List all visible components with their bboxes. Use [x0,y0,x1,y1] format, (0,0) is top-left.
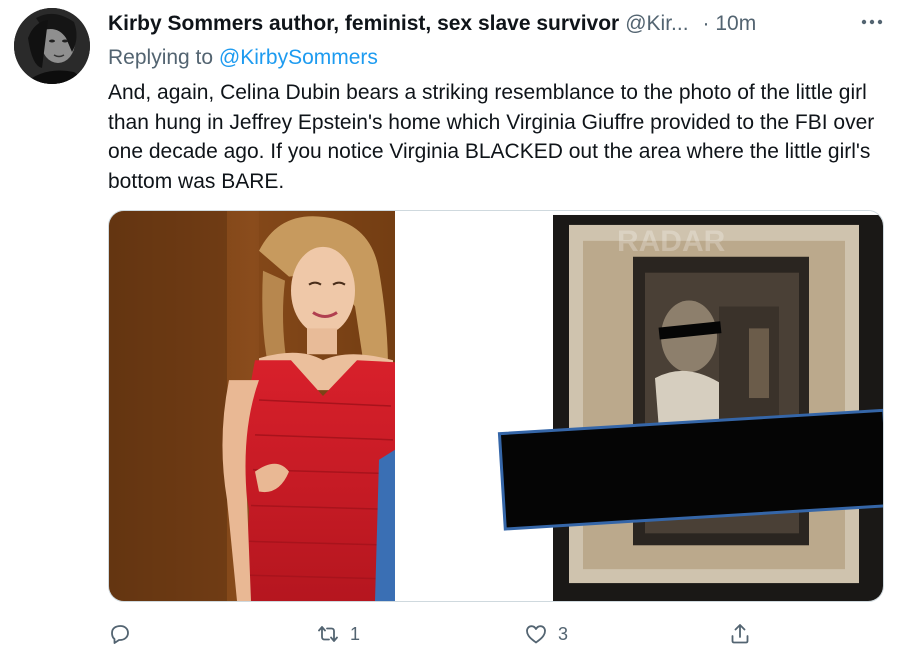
heart-icon [526,625,546,644]
tweet-header: Kirby Sommers author, feminist, sex slav… [108,12,848,40]
replying-to: Replying to @KirbySommers [108,46,378,70]
tweet-text: And, again, Celina Dubin bears a strikin… [108,81,875,193]
reply-icon [111,625,129,644]
reply-button[interactable] [108,616,142,652]
replying-to-label: Replying to [108,46,219,69]
like-count: 3 [558,623,569,644]
watermark: RADAR [617,225,725,258]
media-image-left[interactable] [109,211,395,601]
share-icon [731,624,749,644]
tweet-actions: 1 3 [0,616,900,652]
timestamp[interactable]: · 10m [703,12,757,36]
avatar-portrait [14,8,90,84]
replying-to-handle[interactable]: @KirbySommers [219,46,378,69]
more-horizontal-icon[interactable] [856,10,888,34]
retweet-count: 1 [350,623,361,644]
share-button[interactable] [728,616,752,652]
retweet-icon [318,626,338,642]
retweet-button[interactable]: 1 [316,616,360,652]
avatar[interactable] [14,8,90,84]
media-grid: RADAR RADAR [108,210,884,602]
media-image-right[interactable]: RADAR RADAR [397,211,883,601]
like-button[interactable]: 3 [524,616,568,652]
author-handle[interactable]: @Kir... [625,12,688,36]
author-name[interactable]: Kirby Sommers author, feminist, sex slav… [108,12,619,36]
